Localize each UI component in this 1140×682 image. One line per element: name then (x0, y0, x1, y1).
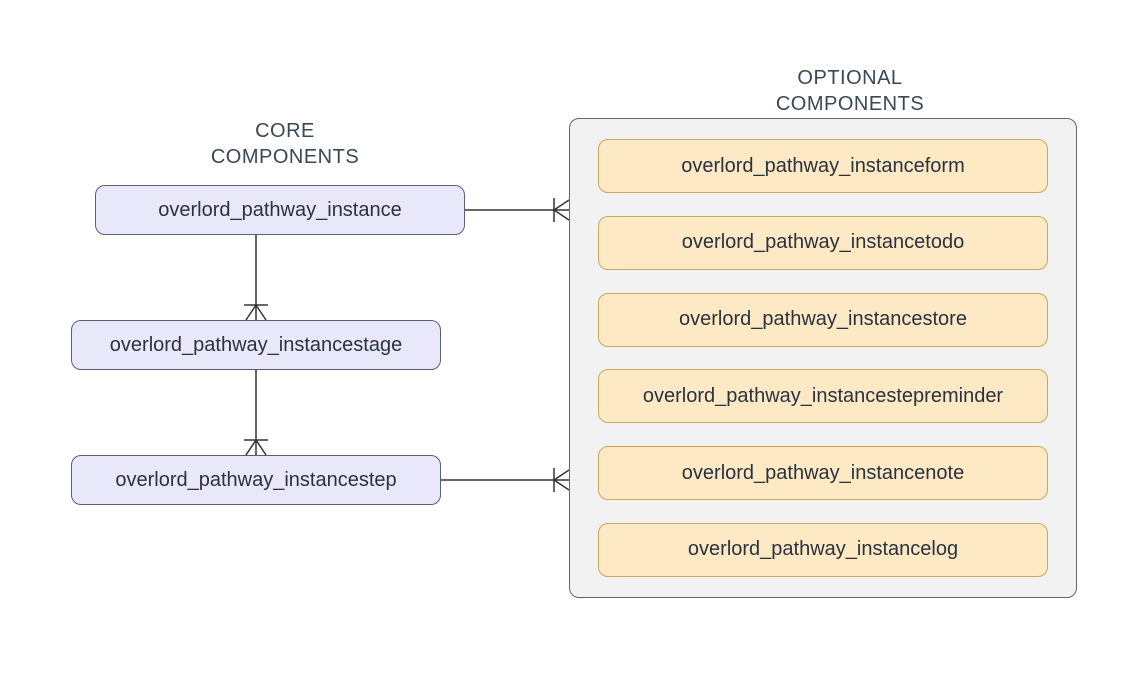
core-title-line2: COMPONENTS (211, 146, 359, 168)
connector-instance-to-instancestage (244, 235, 268, 320)
component-diagram: CORE COMPONENTS OPTIONAL COMPONENTS over… (0, 0, 1140, 682)
optional-box-instancestore-label: overlord_pathway_instancestore (679, 308, 967, 331)
optional-components-container: overlord_pathway_instanceform overlord_p… (569, 118, 1077, 598)
connector-instance-to-optional (465, 198, 569, 222)
optional-components-title: OPTIONAL COMPONENTS (720, 65, 980, 117)
core-box-instancestep: overlord_pathway_instancestep (71, 455, 441, 505)
optional-title-line2: COMPONENTS (776, 93, 924, 115)
core-box-instancestep-label: overlord_pathway_instancestep (115, 469, 396, 492)
core-box-instancestage-label: overlord_pathway_instancestage (110, 334, 402, 357)
connector-instancestage-to-instancestep (244, 370, 268, 455)
optional-box-instancenote-label: overlord_pathway_instancenote (682, 462, 964, 485)
optional-box-instanceform: overlord_pathway_instanceform (598, 139, 1048, 193)
optional-box-instancenote: overlord_pathway_instancenote (598, 446, 1048, 500)
optional-title-line1: OPTIONAL (797, 67, 902, 89)
core-box-instance-label: overlord_pathway_instance (158, 199, 402, 222)
optional-box-instancetodo-label: overlord_pathway_instancetodo (682, 231, 964, 254)
optional-box-instancestepreminder-label: overlord_pathway_instancestepreminder (643, 385, 1003, 408)
optional-box-instancetodo: overlord_pathway_instancetodo (598, 216, 1048, 270)
connector-instancestep-to-optional (441, 468, 569, 492)
core-components-title: CORE COMPONENTS (175, 118, 395, 170)
core-box-instancestage: overlord_pathway_instancestage (71, 320, 441, 370)
optional-box-instancestore: overlord_pathway_instancestore (598, 293, 1048, 347)
core-title-line1: CORE (255, 120, 315, 142)
optional-box-instancelog-label: overlord_pathway_instancelog (688, 538, 958, 561)
optional-box-instanceform-label: overlord_pathway_instanceform (681, 155, 965, 178)
optional-box-instancelog: overlord_pathway_instancelog (598, 523, 1048, 577)
optional-box-instancestepreminder: overlord_pathway_instancestepreminder (598, 369, 1048, 423)
core-box-instance: overlord_pathway_instance (95, 185, 465, 235)
